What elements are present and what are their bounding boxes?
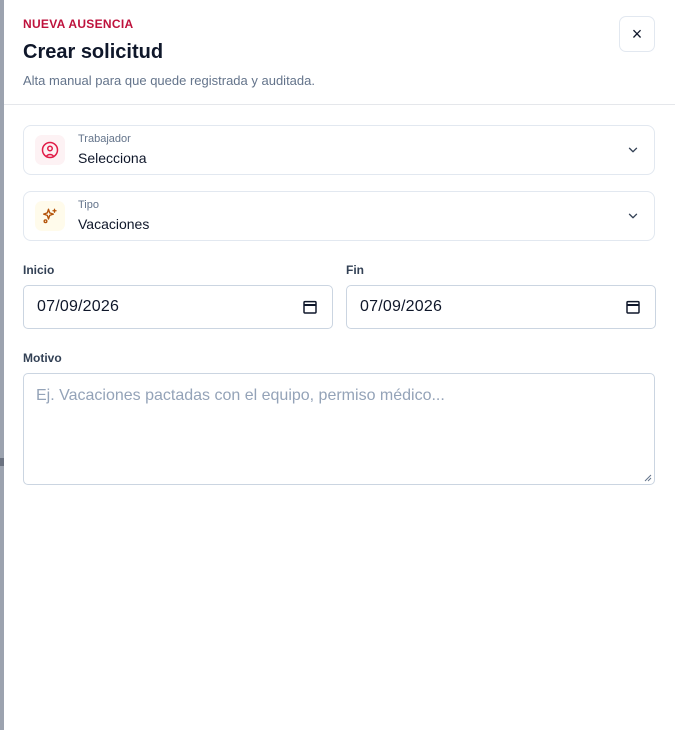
resize-handle-icon[interactable] — [644, 474, 652, 482]
chevron-down-icon — [628, 213, 638, 219]
reason-label: Motivo — [23, 351, 62, 365]
close-icon: × — [631, 23, 643, 44]
form-body: Trabajador Selecciona Tipo Vacaciones In… — [4, 105, 675, 485]
type-select[interactable]: Tipo Vacaciones — [23, 191, 655, 241]
user-circle-icon — [35, 135, 65, 165]
calendar-icon[interactable] — [302, 299, 318, 315]
eyebrow-label: NUEVA AUSENCIA — [23, 17, 134, 31]
close-button[interactable]: × — [619, 16, 655, 52]
worker-value: Selecciona — [78, 150, 147, 166]
start-date-label: Inicio — [23, 263, 55, 277]
reason-group: Motivo Ej. Vacaciones pactadas con el eq… — [23, 351, 655, 485]
create-absence-panel: NUEVA AUSENCIA Crear solicitud Alta manu… — [4, 0, 675, 730]
date-range: Inicio 07/09/2026 Fin 07/09/2026 — [23, 263, 656, 329]
reason-placeholder: Ej. Vacaciones pactadas con el equipo, p… — [36, 387, 445, 404]
start-date-input[interactable]: 07/09/2026 — [23, 285, 333, 329]
end-date-input[interactable]: 07/09/2026 — [346, 285, 656, 329]
panel-subtitle: Alta manual para que quede registrada y … — [23, 73, 315, 88]
panel-title: Crear solicitud — [23, 41, 164, 63]
chevron-down-icon — [628, 147, 638, 153]
start-date-value: 07/09/2026 — [37, 298, 120, 315]
end-date-label: Fin — [346, 263, 364, 277]
start-date-group: Inicio 07/09/2026 — [23, 263, 333, 329]
type-select-text: Tipo Vacaciones — [78, 199, 149, 233]
worker-select[interactable]: Trabajador Selecciona — [23, 125, 655, 175]
worker-label: Trabajador — [78, 133, 131, 145]
type-label: Tipo — [78, 199, 99, 211]
calendar-icon[interactable] — [625, 299, 641, 315]
end-date-group: Fin 07/09/2026 — [346, 263, 656, 329]
sparkles-icon — [35, 201, 65, 231]
worker-select-text: Trabajador Selecciona — [78, 133, 147, 167]
end-date-value: 07/09/2026 — [360, 298, 443, 315]
reason-textarea[interactable]: Ej. Vacaciones pactadas con el equipo, p… — [23, 373, 655, 485]
type-value: Vacaciones — [78, 216, 150, 232]
panel-header: NUEVA AUSENCIA Crear solicitud Alta manu… — [4, 0, 675, 105]
